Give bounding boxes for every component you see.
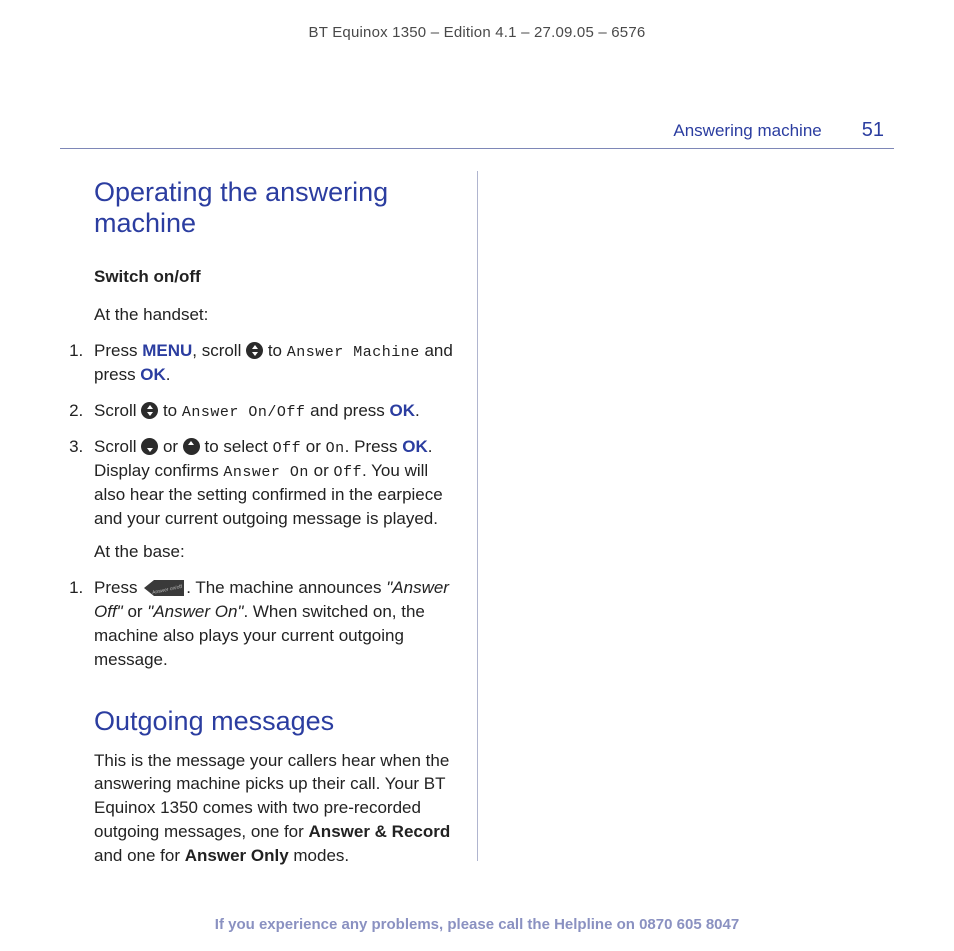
helpline-footer: If you experience any problems, please c… — [0, 916, 954, 933]
label-at-handset: At the handset: — [94, 305, 455, 325]
ok-key-label: OK — [402, 437, 428, 456]
text: Scroll — [94, 437, 141, 456]
text: modes. — [289, 846, 349, 865]
label-at-base: At the base: — [94, 542, 455, 562]
footer-text: If you experience any problems, please c… — [215, 916, 639, 933]
lcd-text: Off — [273, 440, 302, 457]
menu-key-label: MENU — [142, 341, 192, 360]
doc-header: BT Equinox 1350 – Edition 4.1 – 27.09.05… — [60, 24, 894, 41]
text: . — [166, 365, 171, 384]
text: , scroll — [192, 341, 246, 360]
lcd-text: Off — [334, 464, 363, 481]
text: to select — [200, 437, 273, 456]
page-number: 51 — [862, 119, 884, 142]
text: or — [301, 437, 326, 456]
ok-key-label: OK — [390, 401, 416, 420]
page-header: Answering machine 51 — [60, 119, 894, 142]
text: Press — [94, 341, 142, 360]
text: to — [158, 401, 182, 420]
right-column — [477, 171, 894, 861]
text: or — [123, 602, 148, 621]
heading-outgoing: Outgoing messages — [94, 706, 455, 737]
lcd-text: Answer On/Off — [182, 404, 306, 421]
helpline-number: 0870 605 8047 — [639, 916, 739, 933]
text: . — [415, 401, 420, 420]
nav-down-icon — [141, 438, 158, 455]
text: or — [158, 437, 183, 456]
lcd-text: Answer Machine — [287, 344, 420, 361]
handset-steps: Press MENU, scroll to Answer Machine and… — [68, 339, 455, 530]
text: or — [309, 461, 334, 480]
base-step-1: Press Answer on/off. The machine announc… — [88, 576, 455, 671]
text: Scroll — [94, 401, 141, 420]
manual-page: BT Equinox 1350 – Edition 4.1 – 27.09.05… — [0, 0, 954, 951]
left-column: Operating the answering machine Switch o… — [60, 171, 477, 861]
base-steps: Press Answer on/off. The machine announc… — [68, 576, 455, 671]
subhead-switch: Switch on/off — [94, 267, 455, 287]
mode-answer-record: Answer & Record — [309, 822, 451, 841]
heading-operating: Operating the answering machine — [94, 177, 455, 239]
text: to — [263, 341, 287, 360]
content-columns: Operating the answering machine Switch o… — [60, 171, 894, 861]
answer-onoff-key-icon: Answer on/off — [142, 578, 186, 598]
quoted-text: "Answer On" — [147, 602, 243, 621]
ok-key-label: OK — [140, 365, 166, 384]
lcd-text: Answer On — [223, 464, 309, 481]
text: and press — [305, 401, 389, 420]
text: . The machine announces — [186, 578, 386, 597]
step-2: Scroll to Answer On/Off and press OK. — [88, 399, 455, 423]
step-1: Press MENU, scroll to Answer Machine and… — [88, 339, 455, 387]
outgoing-paragraph: This is the message your callers hear wh… — [94, 749, 455, 868]
mode-answer-only: Answer Only — [185, 846, 289, 865]
nav-updown-icon — [246, 342, 263, 359]
nav-updown-icon — [141, 402, 158, 419]
text: Press — [94, 578, 142, 597]
nav-up-icon — [183, 438, 200, 455]
section-title: Answering machine — [673, 121, 821, 141]
text: . Press — [345, 437, 403, 456]
header-rule — [60, 148, 894, 149]
step-3: Scroll or to select Off or On. Press OK.… — [88, 435, 455, 531]
lcd-text: On — [326, 440, 345, 457]
text: and one for — [94, 846, 185, 865]
